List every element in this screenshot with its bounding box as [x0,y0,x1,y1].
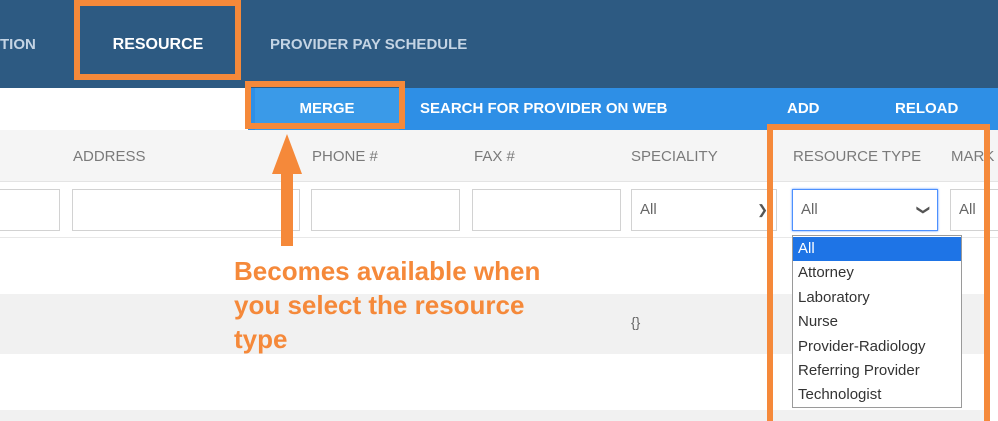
column-header-speciality[interactable]: SPECIALITY [631,130,718,182]
arrow-up-icon [272,134,302,174]
column-header-fax[interactable]: FAX # [474,130,515,182]
filter-phone-input[interactable] [311,189,460,231]
speciality-select-value: All [640,201,657,218]
filter-speciality-select[interactable]: All ❯ [631,189,777,231]
annotation-note: Becomes available when you select the re… [234,256,541,354]
arrow-stem [281,172,293,246]
tab-provider-pay-schedule[interactable]: PROVIDER PAY SCHEDULE [270,0,467,88]
tab-previous[interactable]: TION [0,0,36,88]
column-header-phone[interactable]: PHONE # [312,130,378,182]
highlight-resource-tab [74,0,241,80]
column-header-address[interactable]: ADDRESS [73,130,146,182]
speciality-cell: {} [631,314,641,330]
search-provider-web-button[interactable]: SEARCH FOR PROVIDER ON WEB [420,88,668,130]
highlight-merge-button [245,81,405,129]
highlight-resource-type-column [767,124,990,421]
filter-address-input[interactable] [72,189,300,231]
filter-fax-input[interactable] [472,189,621,231]
filter-name-input[interactable] [0,189,60,231]
